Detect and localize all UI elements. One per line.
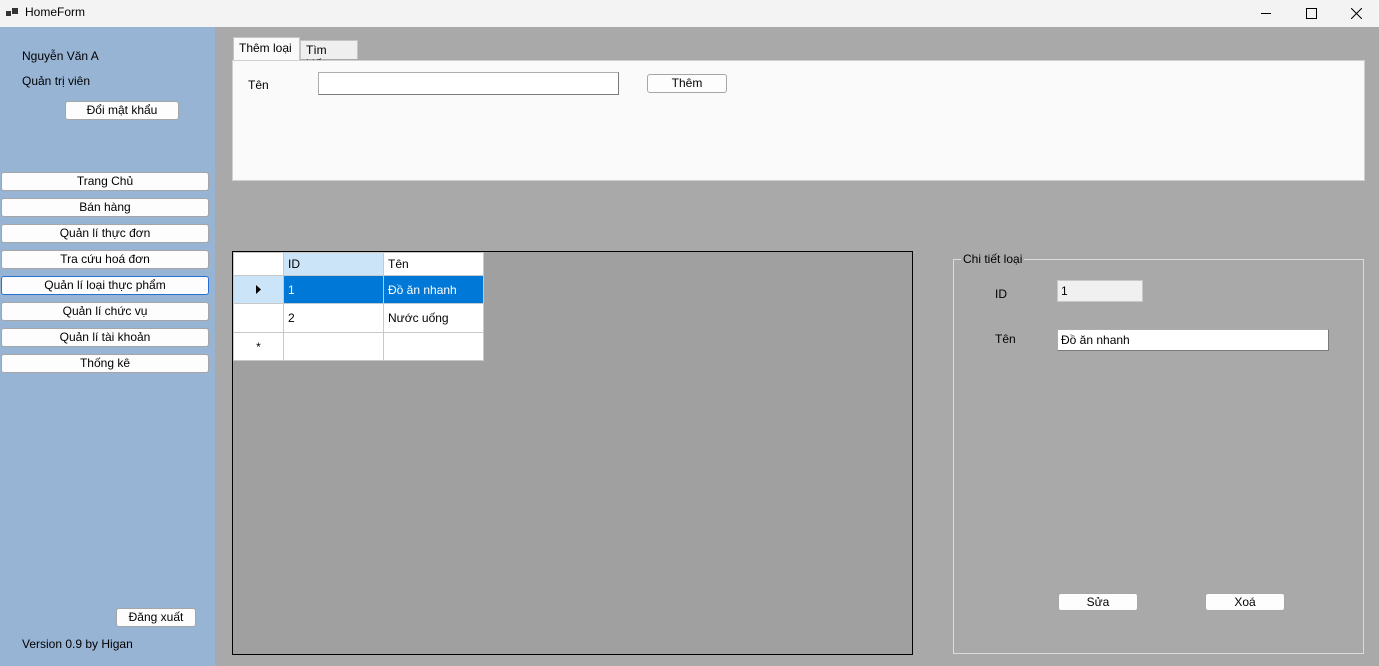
nav-food-category-button[interactable]: Quản lí loại thực phẩm [1,276,209,295]
user-name: Nguyễn Văn A [22,49,99,63]
nav-menu-management-button[interactable]: Quản lí thực đơn [1,224,209,243]
maximize-icon [1305,8,1317,19]
window-title: HomeForm [25,5,86,19]
version-label: Version 0.9 by Higan [22,637,133,651]
cell-id[interactable]: 1 [283,275,384,304]
logout-button[interactable]: Đăng xuất [116,608,196,627]
app-icon [6,8,18,16]
sidebar: Nguyễn Văn A Quản trị viên Đổi mật khẩu … [0,27,215,666]
table-row[interactable]: 2 Nước uống [233,303,484,333]
detail-id-label: ID [995,287,1007,301]
detail-legend: Chi tiết loại [961,252,1025,266]
detail-name-input[interactable]: Đồ ăn nhanh [1057,329,1329,351]
column-header-id[interactable]: ID [283,252,384,276]
nav-position-management-button[interactable]: Quản lí chức vụ [1,302,209,321]
cell-id[interactable] [283,332,384,361]
detail-name-label: Tên [995,332,1016,346]
category-grid[interactable]: ID Tên 1 Đồ ăn nhanh 2 Nước uống * [232,251,913,655]
delete-button[interactable]: Xoá [1205,593,1285,611]
minimize-icon [1260,13,1271,14]
minimize-button[interactable] [1243,0,1289,27]
new-row-marker: * [233,332,284,361]
new-row[interactable]: * [233,332,484,361]
tab-search[interactable]: Tìm kiếm [300,40,358,71]
cell-name[interactable] [383,332,484,361]
close-button[interactable] [1333,0,1379,27]
nav-home-button[interactable]: Trang Chủ [1,172,209,191]
change-password-button[interactable]: Đổi mật khẩu [65,101,179,120]
row-header[interactable] [233,275,284,304]
close-icon [1350,8,1362,19]
name-input[interactable] [318,72,619,95]
edit-button[interactable]: Sửa [1058,593,1138,611]
main-content: Thêm loại Tìm kiếm Tên Thêm ID Tên 1 Đồ … [215,27,1379,666]
nav-statistics-button[interactable]: Thống kê [1,354,209,373]
detail-id-field: 1 [1057,280,1143,302]
maximize-button[interactable] [1288,0,1334,27]
nav-invoice-lookup-button[interactable]: Tra cứu hoá đơn [1,250,209,269]
column-header-name[interactable]: Tên [383,252,484,276]
nav-account-management-button[interactable]: Quản lí tài khoản [1,328,209,347]
name-label: Tên [248,78,269,92]
user-role: Quản trị viên [22,74,91,88]
cell-name[interactable]: Nước uống [383,303,484,333]
add-category-panel: Tên Thêm [232,60,1365,181]
tab-add-category[interactable]: Thêm loại [233,37,300,61]
cell-id[interactable]: 2 [283,303,384,333]
table-row[interactable]: 1 Đồ ăn nhanh [233,275,484,304]
current-row-arrow-icon [255,284,261,294]
nav-sales-button[interactable]: Bán hàng [1,198,209,217]
grid-corner-header [233,252,284,276]
add-button[interactable]: Thêm [647,74,727,93]
category-detail-group: Chi tiết loại ID 1 Tên Đồ ăn nhanh Sửa X… [953,252,1364,654]
title-bar: HomeForm [0,0,1379,27]
row-header[interactable] [233,303,284,333]
cell-name[interactable]: Đồ ăn nhanh [383,275,484,304]
